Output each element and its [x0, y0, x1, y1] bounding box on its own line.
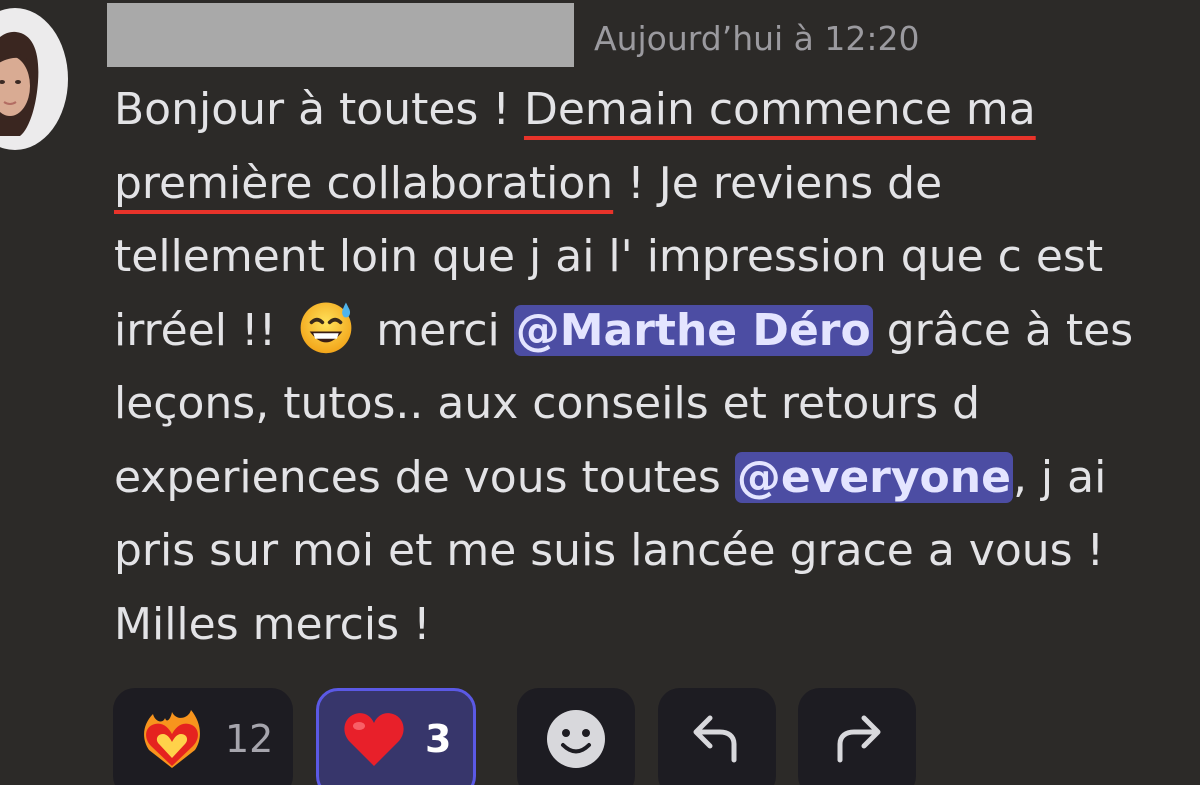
username-redacted[interactable]: [107, 3, 574, 67]
smiley-icon: [547, 710, 605, 768]
text-segment: grâce à tes: [872, 304, 1134, 356]
message-line: première collaboration ! Je reviens de: [114, 147, 1192, 221]
reply-button[interactable]: [658, 688, 776, 785]
message-line: Milles mercis !: [114, 598, 431, 650]
reaction-count: 12: [225, 717, 274, 761]
grinning-face-with-sweat-icon: [300, 301, 352, 353]
text-segment: Bonjour à toutes !: [114, 84, 524, 135]
highlighted-text: Demain commence ma: [523, 84, 1036, 135]
message-line: pris sur moi et me suis lancée grace a v…: [114, 525, 1105, 576]
avatar[interactable]: [0, 8, 68, 150]
message-line: irréel !! merci @Marthe Déro grâce à tes: [114, 294, 1192, 368]
add-reaction-button[interactable]: [517, 688, 635, 785]
message-content: Bonjour à toutes ! Demain commence ma pr…: [114, 73, 1192, 661]
forward-button[interactable]: [798, 688, 916, 785]
message-timestamp: Aujourd’hui à 12:20: [594, 19, 920, 58]
message-line: leçons, tutos.. aux conseils et retours …: [114, 378, 981, 429]
message-line: Bonjour à toutes ! Demain commence ma: [114, 73, 1192, 147]
reaction-heart-on-fire-button[interactable]: 12: [113, 688, 293, 785]
red-heart-icon: [344, 713, 404, 766]
text-segment: irréel !!: [114, 304, 291, 356]
forward-arrow-icon: [837, 715, 881, 763]
text-segment: ! Je reviens de: [613, 157, 943, 209]
reaction-red-heart-button[interactable]: 3: [316, 688, 476, 785]
text-segment: , j ai: [1012, 451, 1107, 503]
reaction-count: 3: [425, 717, 452, 761]
text-segment: experiences de vous toutes: [114, 451, 735, 503]
reply-arrow-icon: [693, 715, 737, 763]
user-photo-icon: [0, 31, 39, 136]
message-line: tellement loin que j ai l' impression qu…: [114, 231, 1104, 282]
user-mention[interactable]: @Marthe Déro: [513, 304, 873, 356]
highlighted-text: première collaboration: [114, 157, 614, 209]
text-segment: merci: [362, 304, 514, 356]
message-line: experiences de vous toutes @everyone, j …: [114, 441, 1192, 515]
everyone-mention[interactable]: @everyone: [734, 451, 1013, 503]
heart-on-fire-icon: [144, 710, 200, 768]
